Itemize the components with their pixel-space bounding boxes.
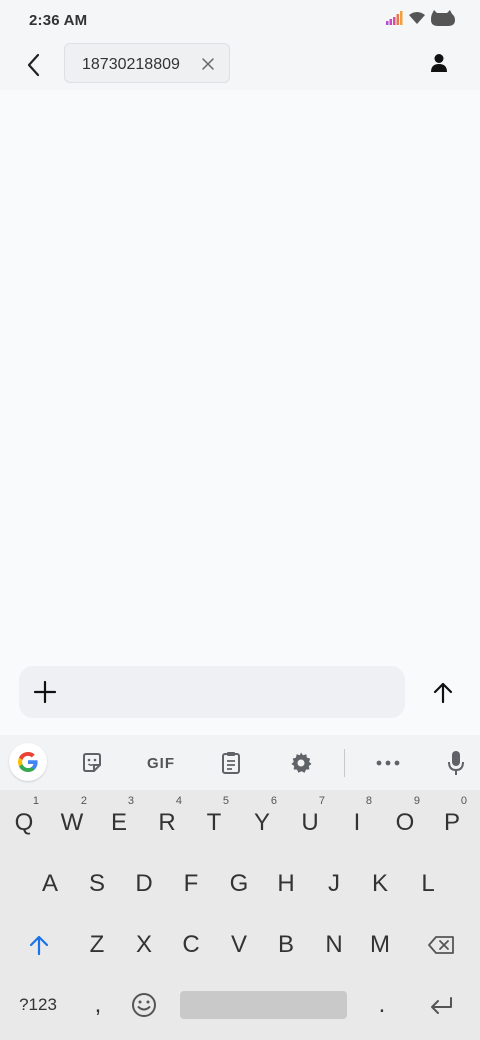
key-v[interactable]: V bbox=[217, 923, 261, 967]
key-label: Y bbox=[253, 809, 270, 836]
status-bar: 2:36 AM bbox=[0, 0, 480, 42]
person-icon bbox=[431, 54, 447, 72]
key-a[interactable]: A bbox=[28, 862, 72, 906]
shift-key[interactable] bbox=[14, 923, 64, 967]
enter-key[interactable] bbox=[418, 983, 464, 1027]
google-icon[interactable] bbox=[9, 743, 47, 781]
battery-icon bbox=[430, 10, 456, 31]
backspace-icon bbox=[428, 936, 454, 954]
key-hint: 5 bbox=[222, 795, 229, 807]
space-key[interactable] bbox=[180, 991, 347, 1019]
toolbar-divider bbox=[344, 749, 345, 777]
key-hint: 7 bbox=[318, 795, 325, 807]
key-r[interactable]: R4 bbox=[146, 795, 188, 845]
key-t[interactable]: T5 bbox=[193, 795, 235, 845]
app-header: 18730218809 bbox=[0, 42, 480, 90]
key-d[interactable]: D bbox=[122, 862, 166, 906]
key-label: W bbox=[60, 809, 84, 836]
backspace-key[interactable] bbox=[416, 923, 466, 967]
key-g[interactable]: G bbox=[217, 862, 261, 906]
emoji-icon bbox=[132, 993, 156, 1017]
comma-key[interactable]: , bbox=[76, 983, 120, 1027]
key-hint: 4 bbox=[175, 795, 182, 807]
key-m[interactable]: M bbox=[358, 923, 402, 967]
key-j[interactable]: J bbox=[312, 862, 356, 906]
key-label: U bbox=[301, 809, 319, 836]
key-hint: 0 bbox=[460, 795, 467, 807]
plus-icon[interactable] bbox=[32, 679, 58, 705]
key-i[interactable]: I8 bbox=[336, 795, 378, 845]
key-hint: 1 bbox=[32, 795, 39, 807]
key-k[interactable]: K bbox=[358, 862, 402, 906]
key-w[interactable]: W2 bbox=[51, 795, 93, 845]
key-label: R bbox=[158, 809, 176, 836]
key-label: T bbox=[206, 809, 222, 836]
key-l[interactable]: L bbox=[406, 862, 450, 906]
keyboard-toolbar: GIF bbox=[0, 735, 480, 790]
key-f[interactable]: F bbox=[169, 862, 213, 906]
compose-input[interactable] bbox=[19, 666, 405, 718]
key-x[interactable]: X bbox=[122, 923, 166, 967]
key-n[interactable]: N bbox=[312, 923, 356, 967]
mic-icon[interactable] bbox=[439, 746, 473, 780]
key-label: P bbox=[443, 809, 460, 836]
key-o[interactable]: O9 bbox=[384, 795, 426, 845]
more-icon[interactable] bbox=[371, 746, 405, 780]
recipient-chip[interactable]: 18730218809 bbox=[64, 43, 230, 83]
period-key[interactable]: . bbox=[360, 983, 404, 1027]
send-arrow-up-icon bbox=[433, 682, 453, 704]
key-label: Q bbox=[14, 809, 34, 836]
message-area bbox=[0, 90, 480, 660]
emoji-key[interactable] bbox=[122, 983, 166, 1027]
key-u[interactable]: U7 bbox=[289, 795, 331, 845]
key-q[interactable]: Q1 bbox=[3, 795, 45, 845]
key-label: O bbox=[395, 809, 415, 836]
key-c[interactable]: C bbox=[169, 923, 213, 967]
status-icons bbox=[386, 10, 456, 31]
back-button[interactable] bbox=[16, 48, 50, 82]
gif-label: GIF bbox=[147, 754, 175, 772]
key-hint: 2 bbox=[80, 795, 87, 807]
key-s[interactable]: S bbox=[75, 862, 119, 906]
key-label: E bbox=[110, 809, 127, 836]
key-y[interactable]: Y6 bbox=[241, 795, 283, 845]
key-hint: 8 bbox=[365, 795, 372, 807]
key-b[interactable]: B bbox=[264, 923, 308, 967]
gear-icon[interactable] bbox=[284, 746, 318, 780]
enter-icon bbox=[431, 997, 452, 1014]
sticker-icon[interactable] bbox=[75, 746, 109, 780]
back-arrow-icon bbox=[27, 53, 40, 77]
key-label: I bbox=[353, 809, 361, 836]
key-hint: 6 bbox=[270, 795, 277, 807]
keyboard: G I F Q 1 W 2 E 3 R 4 T 5 Y 6 U 7 I 8 O 9 … bbox=[0, 735, 480, 1040]
status-time: 2:36 AM bbox=[29, 12, 88, 29]
key-p[interactable]: P0 bbox=[431, 795, 473, 845]
key-hint: 3 bbox=[127, 795, 134, 807]
recipient-number: 18730218809 bbox=[82, 56, 180, 73]
key-h[interactable]: H bbox=[264, 862, 308, 906]
symbols-key[interactable]: ?123 bbox=[10, 983, 66, 1027]
clipboard-icon[interactable] bbox=[214, 746, 248, 780]
signal-icon bbox=[386, 11, 404, 30]
wifi-icon bbox=[408, 11, 426, 30]
key-z[interactable]: Z bbox=[75, 923, 119, 967]
shift-arrow-icon bbox=[29, 935, 49, 956]
close-icon[interactable] bbox=[199, 55, 217, 73]
key-e[interactable]: E3 bbox=[98, 795, 140, 845]
gif-button[interactable]: GIF bbox=[140, 746, 182, 780]
send-button[interactable] bbox=[428, 678, 458, 708]
contact-button[interactable] bbox=[424, 48, 454, 78]
key-hint: 9 bbox=[413, 795, 420, 807]
